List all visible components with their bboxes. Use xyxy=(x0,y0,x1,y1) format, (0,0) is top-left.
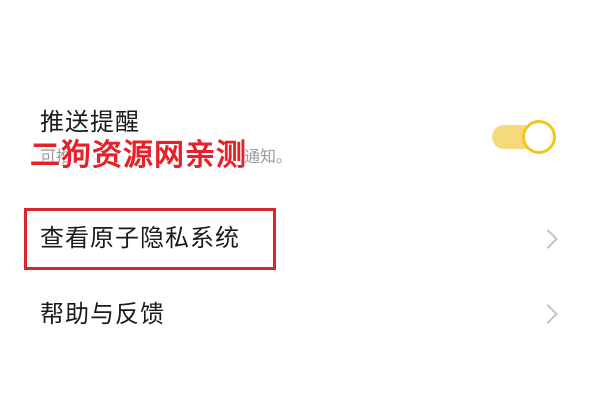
chevron-right-icon xyxy=(538,229,558,249)
privacy-system-row[interactable]: 查看原子隐私系统 xyxy=(0,208,600,270)
privacy-system-label: 查看原子隐私系统 xyxy=(40,224,240,252)
settings-screen: 推送提醒 可推 通知。 二狗资源网亲测 查看原子隐私系统 帮助与反馈 xyxy=(0,0,600,400)
push-notification-description-end: 通知。 xyxy=(244,147,293,166)
push-notification-toggle[interactable] xyxy=(492,120,558,154)
toggle-knob xyxy=(522,120,556,154)
chevron-right-icon xyxy=(538,304,558,324)
help-feedback-row[interactable]: 帮助与反馈 xyxy=(0,288,600,340)
help-feedback-label: 帮助与反馈 xyxy=(40,300,165,328)
watermark-text: 二狗资源网亲测 xyxy=(30,138,247,174)
push-notification-title: 推送提醒 xyxy=(40,108,140,136)
push-notification-row: 推送提醒 可推 通知。 二狗资源网亲测 xyxy=(0,100,600,180)
